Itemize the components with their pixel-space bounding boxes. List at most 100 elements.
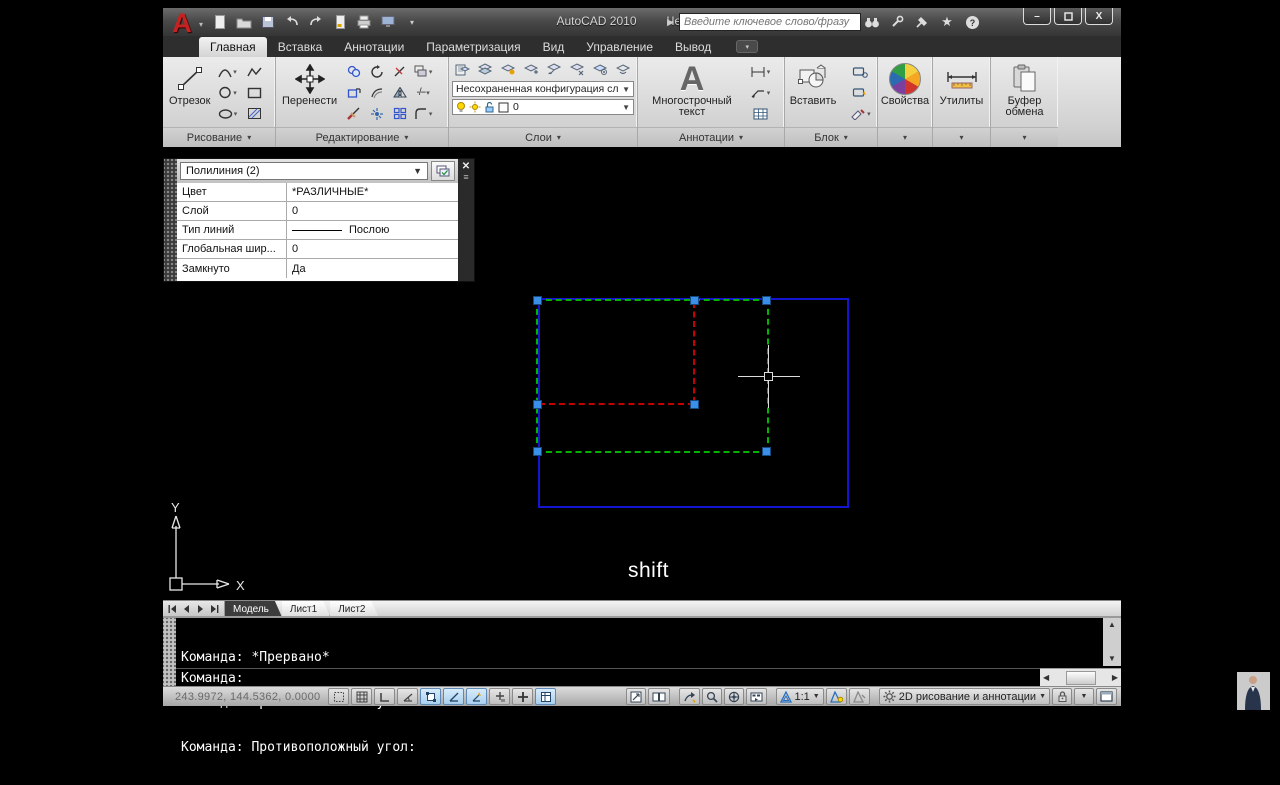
model-space-button[interactable] — [625, 688, 646, 705]
panel-clipboard-label[interactable]: ▾ — [991, 127, 1058, 147]
plot-button[interactable] — [331, 13, 349, 31]
command-input-line[interactable]: Команда: — [176, 668, 1040, 686]
layer-isolate-button[interactable] — [498, 60, 520, 79]
pan-button[interactable] — [678, 688, 700, 705]
workspace-switcher[interactable]: 2D рисование и аннотации ▼ — [878, 688, 1050, 705]
command-vertical-scrollbar[interactable]: ▲ ▼ — [1103, 618, 1121, 666]
layer-match-button[interactable] — [612, 60, 634, 79]
annotation-visibility-button[interactable] — [825, 688, 847, 705]
steering-wheel-button[interactable] — [723, 688, 744, 705]
grip[interactable] — [690, 400, 699, 409]
help-icon[interactable]: ? — [963, 13, 981, 31]
quick-properties-toggle[interactable] — [535, 688, 556, 705]
panel-modify-label[interactable]: Редактирование ▾ — [276, 127, 448, 147]
fillet-button[interactable]: ▾ — [412, 104, 434, 123]
move-button[interactable]: Перенести — [279, 60, 340, 109]
tab-insert[interactable]: Вставка — [267, 37, 334, 57]
favorites-star-icon[interactable]: ★ — [938, 13, 956, 31]
tab-layout1[interactable]: Лист1 — [282, 601, 330, 617]
panel-layers-label[interactable]: Слои ▾ — [449, 127, 637, 147]
panel-draw-label[interactable]: Рисование ▾ — [163, 127, 275, 147]
grip[interactable] — [533, 296, 542, 305]
grip[interactable] — [762, 447, 771, 456]
tab-output[interactable]: Вывод — [664, 37, 722, 57]
array-button[interactable] — [389, 104, 411, 123]
tab-home[interactable]: Главная — [199, 37, 267, 57]
panel-properties-label[interactable]: ▾ — [878, 127, 932, 147]
stretch-button[interactable] — [343, 83, 365, 102]
dimension-button[interactable]: ▾ — [745, 62, 775, 81]
tab-view[interactable]: Вид — [532, 37, 576, 57]
leader-button[interactable]: ▾ — [745, 83, 775, 102]
trim-button[interactable] — [389, 62, 411, 81]
qp-row-global-width[interactable]: Глобальная шир... 0 — [177, 240, 458, 259]
subscription-wrench-icon[interactable] — [888, 13, 906, 31]
coordinates-readout[interactable]: 243.9972, 144.5362, 0.0000 — [175, 691, 320, 703]
scroll-left-icon[interactable]: ◀ — [1043, 671, 1049, 685]
tab-layout2[interactable]: Лист2 — [330, 601, 378, 617]
scroll-up-icon[interactable]: ▲ — [1108, 618, 1116, 632]
search-input[interactable] — [679, 13, 861, 31]
layer-dropdown[interactable]: 0 ▼ — [452, 99, 634, 115]
tab-manage[interactable]: Управление — [575, 37, 664, 57]
annotation-autoscale-button[interactable] — [848, 688, 870, 705]
scroll-down-icon[interactable]: ▼ — [1108, 652, 1116, 666]
command-window-grip[interactable] — [163, 618, 176, 686]
utilities-button[interactable]: Утилиты — [937, 60, 987, 109]
table-button[interactable] — [745, 104, 775, 123]
command-horizontal-scrollbar[interactable]: ◀ ▶ — [1040, 668, 1121, 686]
toolbar-lock-button[interactable] — [1052, 688, 1072, 705]
selected-segment-red-vertical[interactable] — [693, 302, 695, 403]
osnap-toggle[interactable] — [420, 688, 441, 705]
grip[interactable] — [762, 296, 771, 305]
hatch-button[interactable] — [243, 104, 265, 123]
panel-annotation-label[interactable]: Аннотации ▾ — [638, 127, 784, 147]
rectangle-button[interactable] — [243, 83, 265, 102]
copy-button[interactable] — [343, 62, 365, 81]
layer-freeze-button[interactable] — [544, 60, 566, 79]
panel-utilities-label[interactable]: ▾ — [933, 127, 990, 147]
dyn-input-toggle[interactable] — [512, 688, 533, 705]
overlap-order-button[interactable]: ▾ — [412, 62, 434, 81]
layer-states-button[interactable] — [475, 60, 497, 79]
command-history[interactable]: Команда: *Прервано* Команда: Противополо… — [176, 618, 1103, 755]
search-binoculars-icon[interactable] — [863, 13, 881, 31]
tab-model[interactable]: Модель — [225, 601, 282, 617]
layer-config-dropdown[interactable]: Несохраненная конфигурация сл ▼ — [452, 81, 634, 97]
offset-button[interactable] — [366, 83, 388, 102]
print-button[interactable] — [355, 13, 373, 31]
undo-button[interactable] — [283, 13, 301, 31]
layout-space-button[interactable] — [647, 688, 670, 705]
mtext-button[interactable]: A Многострочный текст — [647, 60, 737, 120]
next-tab-button[interactable] — [194, 603, 207, 615]
minimize-button[interactable]: – — [1023, 8, 1051, 25]
polar-toggle[interactable] — [397, 688, 418, 705]
ortho-toggle[interactable] — [374, 688, 395, 705]
snap-tracking-toggle[interactable] — [466, 688, 487, 705]
scroll-right-icon[interactable]: ▶ — [1112, 671, 1118, 685]
new-file-button[interactable] — [211, 13, 229, 31]
last-tab-button[interactable] — [208, 603, 221, 615]
app-menu-button[interactable]: A — [165, 6, 199, 40]
close-button[interactable]: X — [1085, 8, 1113, 25]
layer-current-button[interactable] — [589, 60, 611, 79]
line-button[interactable]: Отрезок — [166, 60, 213, 109]
qp-row-layer[interactable]: Слой 0 — [177, 202, 458, 221]
palette-options-icon[interactable]: ≡ — [463, 173, 468, 182]
layer-properties-button[interactable] — [452, 60, 474, 79]
insert-block-button[interactable]: Вставить — [787, 60, 840, 109]
drawing-canvas[interactable]: Y X shift ✕ ≡ Полилиния (2) ▼ Цвет *РАЗЛ… — [163, 147, 1121, 600]
polyline-button[interactable] — [243, 62, 265, 81]
properties-button[interactable]: Свойства — [878, 60, 932, 109]
clean-screen-button[interactable] — [1096, 688, 1117, 705]
redo-button[interactable] — [307, 13, 325, 31]
otrack-toggle[interactable] — [443, 688, 464, 705]
restore-button[interactable] — [1054, 8, 1082, 25]
qp-row-color[interactable]: Цвет *РАЗЛИЧНЫЕ* — [177, 183, 458, 202]
palette-grip[interactable] — [164, 159, 177, 281]
selected-polyline-green[interactable] — [536, 299, 769, 453]
qp-row-linetype[interactable]: Тип линий Послою — [177, 221, 458, 240]
qp-row-closed[interactable]: Замкнуто Да — [177, 259, 458, 278]
ducs-toggle[interactable] — [489, 688, 510, 705]
erase-button[interactable] — [343, 104, 365, 123]
